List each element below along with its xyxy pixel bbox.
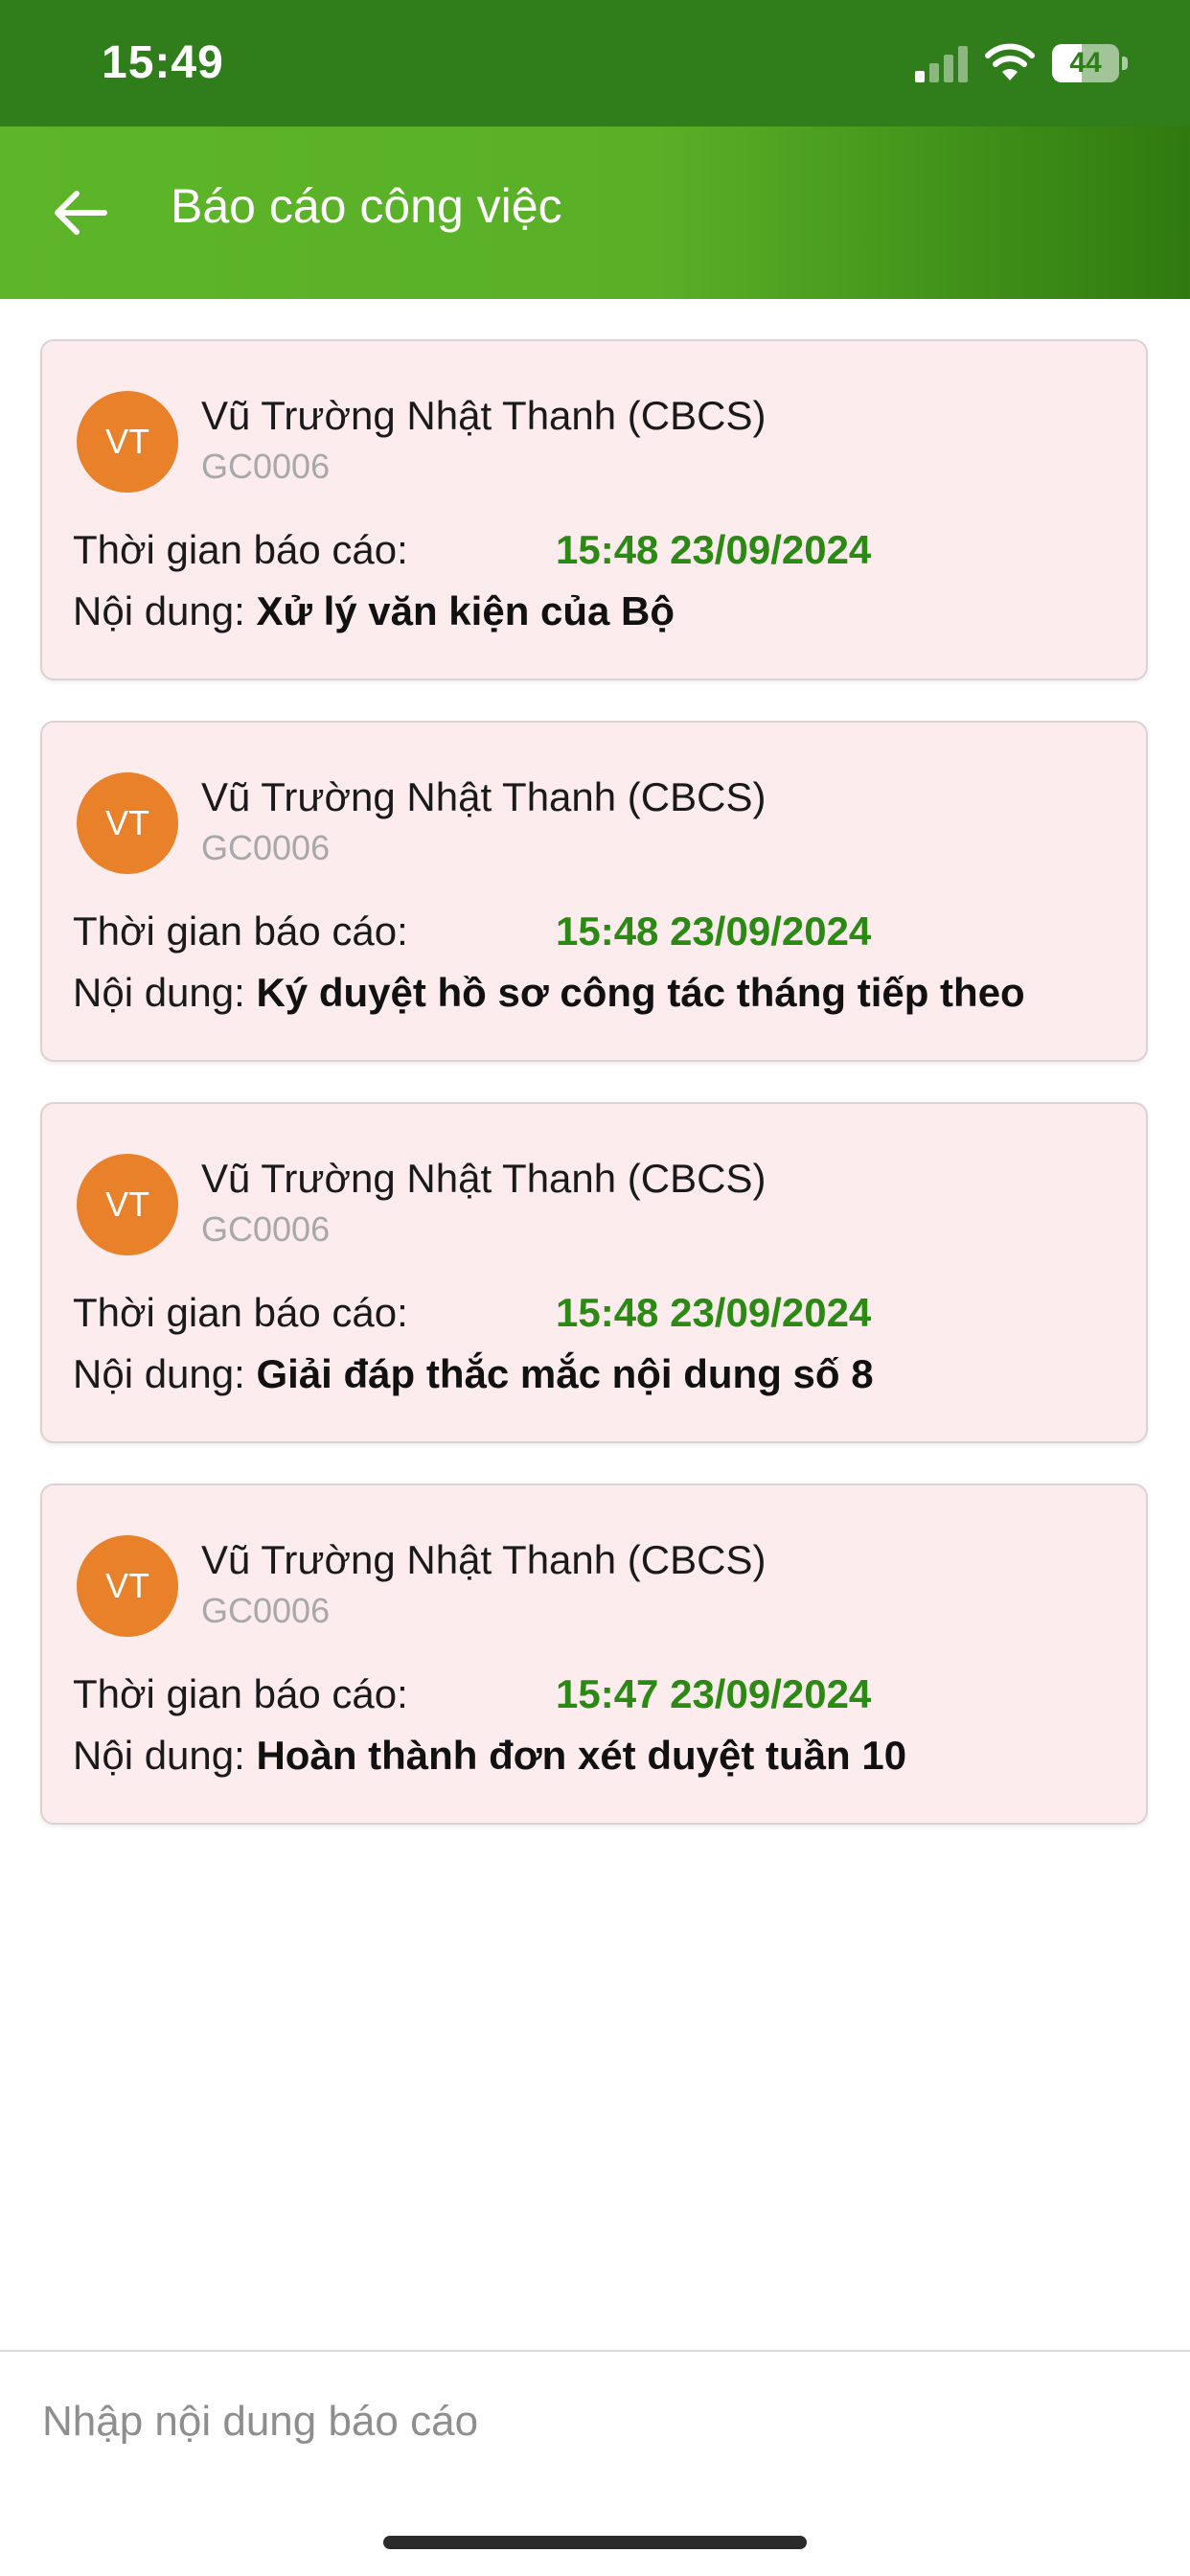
report-content-label: Nội dung: <box>73 1351 245 1396</box>
report-card[interactable]: VT Vũ Trường Nhật Thanh (CBCS) GC0006 Th… <box>40 1484 1148 1825</box>
report-content-row: Nội dung: Hoàn thành đơn xét duyệt tuần … <box>73 1733 906 1779</box>
report-content-row: Nội dung: Xử lý văn kiện của Bộ <box>73 588 675 634</box>
avatar: VT <box>77 1154 178 1255</box>
report-card[interactable]: VT Vũ Trường Nhật Thanh (CBCS) GC0006 Th… <box>40 721 1148 1062</box>
report-content-input[interactable] <box>42 2379 1144 2465</box>
user-name: Vũ Trường Nhật Thanh (CBCS) <box>201 1537 767 1582</box>
battery-icon: 44 <box>1052 44 1129 82</box>
report-content-label: Nội dung: <box>73 588 245 633</box>
user-code: GC0006 <box>201 828 331 867</box>
screen: 15:49 44 Báo cáo công việc VT Vũ Trường … <box>0 0 1190 2576</box>
report-card[interactable]: VT Vũ Trường Nhật Thanh (CBCS) GC0006 Th… <box>40 1102 1148 1443</box>
battery-cap <box>1122 57 1128 70</box>
status-time: 15:49 <box>102 37 224 88</box>
user-code: GC0006 <box>201 1209 331 1249</box>
report-time-value: 15:48 23/09/2024 <box>556 527 872 572</box>
input-divider <box>0 2350 1190 2352</box>
report-time-label: Thời gian báo cáo: <box>73 1671 408 1716</box>
report-time-label: Thời gian báo cáo: <box>73 1290 408 1335</box>
user-name: Vũ Trường Nhật Thanh (CBCS) <box>201 393 767 438</box>
user-name: Vũ Trường Nhật Thanh (CBCS) <box>201 1156 767 1201</box>
report-content-row: Nội dung: Ký duyệt hồ sơ công tác tháng … <box>73 970 1025 1016</box>
app-bar: Báo cáo công việc <box>0 126 1190 299</box>
wifi-icon <box>985 43 1035 80</box>
report-content-value: Hoàn thành đơn xét duyệt tuần 10 <box>256 1733 907 1778</box>
report-list: VT Vũ Trường Nhật Thanh (CBCS) GC0006 Th… <box>40 339 1148 1865</box>
user-code: GC0006 <box>201 1591 331 1630</box>
page-title: Báo cáo công việc <box>171 179 562 233</box>
battery-level: 44 <box>1069 47 1102 79</box>
report-content-label: Nội dung: <box>73 970 245 1015</box>
avatar: VT <box>77 772 178 874</box>
user-code: GC0006 <box>201 447 331 486</box>
report-time-value: 15:48 23/09/2024 <box>556 908 872 954</box>
user-name: Vũ Trường Nhật Thanh (CBCS) <box>201 774 767 819</box>
report-time-value: 15:47 23/09/2024 <box>556 1671 872 1716</box>
cellular-signal-icon <box>915 46 968 82</box>
arrow-left-icon <box>55 191 107 235</box>
report-time-label: Thời gian báo cáo: <box>73 908 408 954</box>
report-time-label: Thời gian báo cáo: <box>73 527 408 572</box>
home-indicator[interactable] <box>383 2536 807 2549</box>
avatar: VT <box>77 391 178 493</box>
avatar: VT <box>77 1535 178 1637</box>
report-content-value: Giải đáp thắc mắc nội dung số 8 <box>256 1351 874 1396</box>
report-card[interactable]: VT Vũ Trường Nhật Thanh (CBCS) GC0006 Th… <box>40 339 1148 680</box>
status-bar: 15:49 44 <box>0 0 1190 126</box>
battery-body: 44 <box>1052 44 1119 82</box>
report-content-row: Nội dung: Giải đáp thắc mắc nội dung số … <box>73 1351 874 1397</box>
report-content-label: Nội dung: <box>73 1733 245 1778</box>
back-button[interactable] <box>36 165 123 261</box>
report-time-value: 15:48 23/09/2024 <box>556 1290 872 1335</box>
report-content-value: Ký duyệt hồ sơ công tác tháng tiếp theo <box>256 970 1025 1015</box>
report-content-value: Xử lý văn kiện của Bộ <box>256 588 675 633</box>
